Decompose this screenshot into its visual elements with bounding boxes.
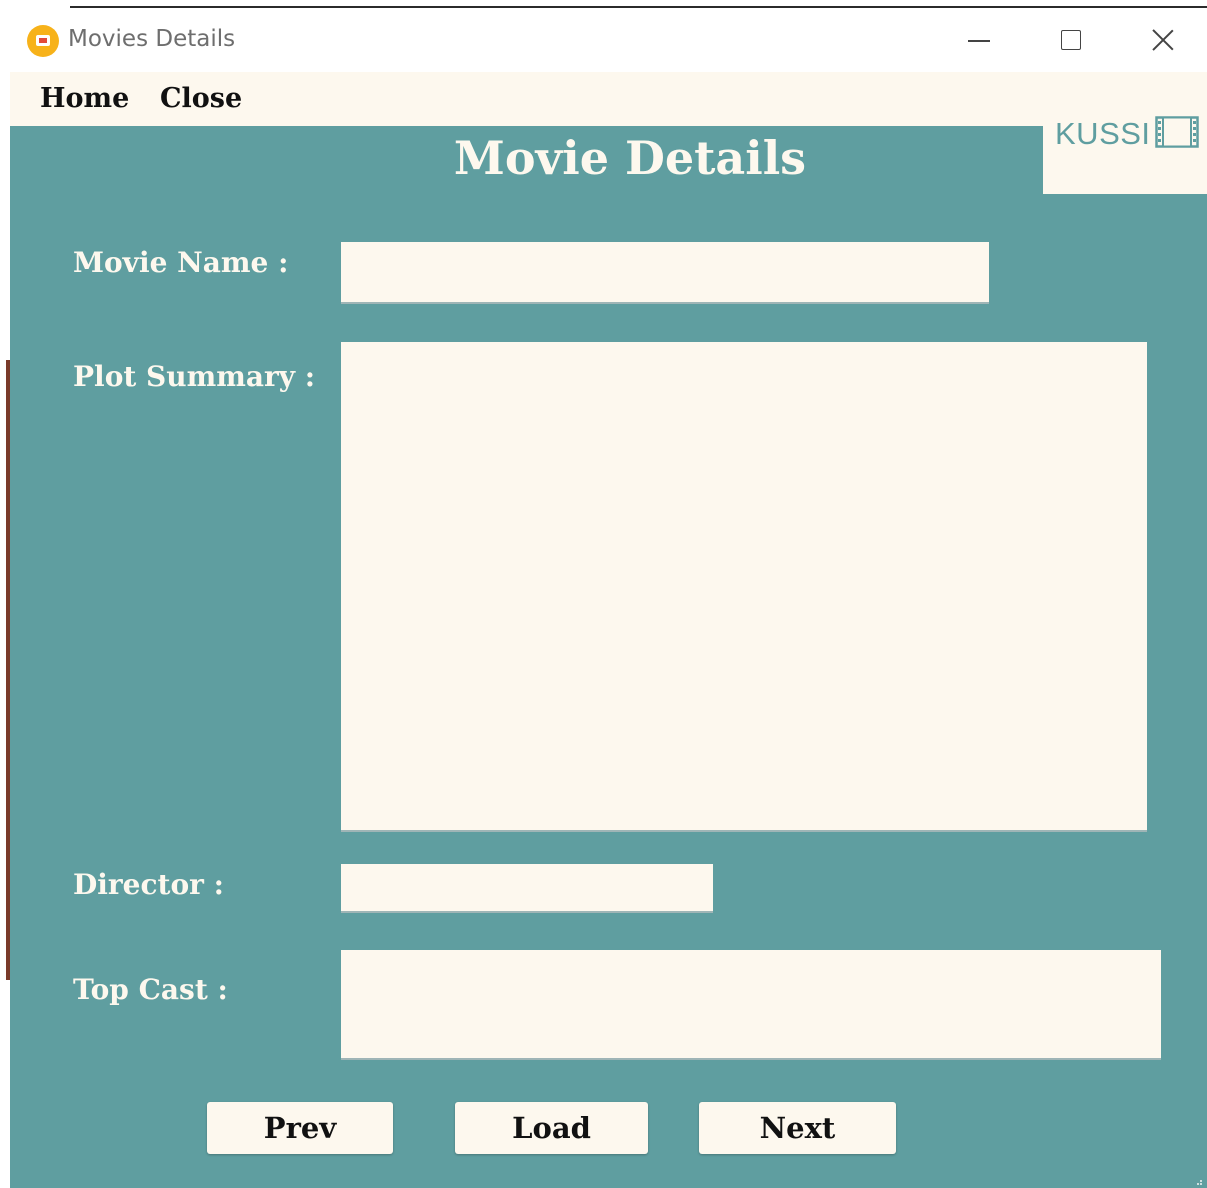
page-title: Movie Details xyxy=(453,131,807,185)
close-icon[interactable] xyxy=(1132,20,1192,62)
director-label: Director : xyxy=(73,868,224,901)
load-button[interactable]: Load xyxy=(455,1102,648,1154)
menu-item-home[interactable]: Home xyxy=(40,83,129,114)
title-bar[interactable]: Movies Details xyxy=(10,10,1207,72)
top-cast-label: Top Cast : xyxy=(73,973,228,1006)
plot-summary-label: Plot Summary : xyxy=(73,360,316,393)
window-title: Movies Details xyxy=(68,26,236,52)
background-window-edge xyxy=(70,6,1207,8)
movies-details-window: Movies Details Home Close KUSSI Movie De… xyxy=(10,10,1207,1188)
app-icon xyxy=(27,25,59,57)
plot-summary-textarea[interactable] xyxy=(341,342,1147,832)
menu-bar: Home Close xyxy=(10,72,1207,126)
prev-button[interactable]: Prev xyxy=(207,1102,393,1154)
movie-name-label: Movie Name : xyxy=(73,246,289,279)
maximize-icon[interactable] xyxy=(1040,20,1100,62)
movie-name-input[interactable] xyxy=(341,242,989,304)
desktop-left-edge xyxy=(0,10,10,1188)
director-input[interactable] xyxy=(341,864,713,913)
resize-grip-icon[interactable] xyxy=(1193,1176,1203,1186)
next-button[interactable]: Next xyxy=(699,1102,896,1154)
desktop-background xyxy=(0,0,1207,10)
minimize-icon[interactable] xyxy=(948,20,1008,62)
top-cast-textarea[interactable] xyxy=(341,950,1161,1060)
menu-item-close[interactable]: Close xyxy=(160,83,242,114)
